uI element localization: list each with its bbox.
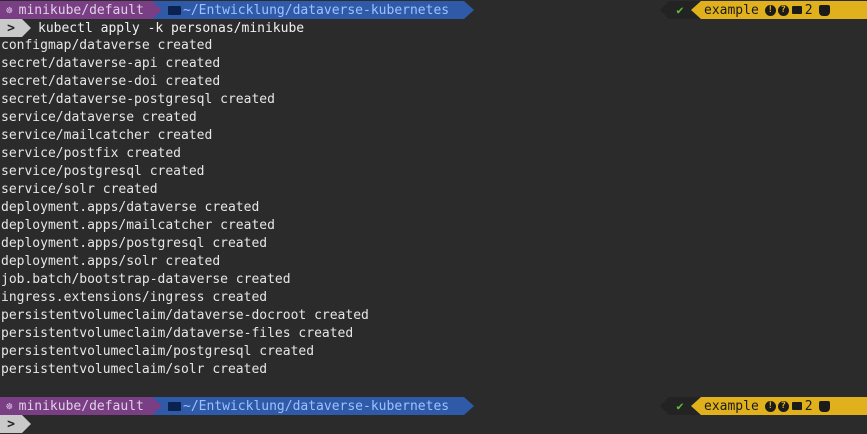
prompt-right: ✔ example!? 2 (660, 397, 867, 415)
terminal-window[interactable]: ☸ minikube/default ~/Entwicklung/datavers… (0, 0, 867, 434)
output-line: job.batch/bootstrap-dataverse created (1, 272, 291, 287)
prompt-bar: ☸ minikube/default ~/Entwicklung/datavers… (0, 397, 867, 415)
directory-segment: ~/Entwicklung/dataverse-kubernetes (162, 1, 464, 19)
output-line: deployment.apps/solr created (1, 254, 221, 269)
output-line: configmap/dataverse created (1, 38, 213, 53)
inbox-icon (791, 402, 802, 410)
output-line: persistentvolumeclaim/solr created (1, 362, 268, 377)
inbox-icon (791, 6, 802, 14)
kubernetes-icon: ☸ (6, 3, 13, 17)
segment-separator (464, 1, 474, 19)
kubernetes-icon: ☸ (6, 399, 13, 413)
git-modified-icon: ! (764, 4, 776, 16)
output-line: persistentvolumeclaim/postgresql created (1, 344, 315, 359)
output-line: secret/dataverse-postgresql created (1, 92, 275, 107)
segment-separator (660, 397, 669, 415)
output-line: service/postgresql created (1, 164, 205, 179)
segment-separator (691, 397, 701, 415)
folder-icon (168, 401, 181, 411)
folder-icon (168, 5, 181, 15)
git-branch-name: example (704, 398, 759, 414)
k8s-context-segment: ☸ minikube/default (0, 1, 152, 19)
output-line: service/postfix created (1, 146, 182, 161)
prompt-right: ✔ example!? 2 (660, 1, 867, 19)
segment-separator (22, 415, 31, 433)
output-line: persistentvolumeclaim/dataverse-docroot … (1, 308, 369, 323)
segment-separator (464, 397, 474, 415)
prompt-bar: ☸ minikube/default ~/Entwicklung/datavers… (0, 1, 867, 19)
output-line: deployment.apps/mailcatcher created (1, 218, 275, 233)
segment-separator (152, 1, 162, 19)
segment-separator (691, 1, 701, 19)
command-text: kubectl apply -k personas/minikube (38, 20, 305, 36)
prompt-chevron: > (0, 19, 22, 37)
command-input-line[interactable]: > (0, 415, 31, 433)
command-output: configmap/dataverse created secret/datav… (1, 37, 369, 379)
output-line: service/dataverse created (1, 110, 197, 125)
git-stash-count: 2 (804, 398, 813, 414)
output-line: deployment.apps/postgresql created (1, 236, 268, 251)
check-icon: ✔ (676, 399, 684, 413)
k8s-context-label: minikube/default (18, 2, 144, 18)
output-line: persistentvolumeclaim/dataverse-files cr… (1, 326, 354, 341)
command-line: > kubectl apply -k personas/minikube (0, 19, 304, 37)
segment-separator (22, 19, 31, 37)
output-line: deployment.apps/dataverse created (1, 200, 260, 215)
git-branch-name: example (704, 2, 759, 18)
output-line: secret/dataverse-doi created (1, 74, 221, 89)
output-line: service/solr created (1, 182, 158, 197)
output-line: ingress.extensions/ingress created (1, 290, 268, 305)
directory-path: ~/Entwicklung/dataverse-kubernetes (183, 398, 450, 414)
git-untracked-icon: ? (777, 4, 789, 16)
github-cat-icon (818, 400, 830, 412)
git-stash-count: 2 (804, 2, 813, 18)
k8s-context-label: minikube/default (18, 398, 144, 414)
check-icon: ✔ (676, 3, 684, 17)
prompt-chevron: > (0, 415, 22, 433)
git-segment: example!? 2 (701, 1, 867, 19)
directory-path: ~/Entwicklung/dataverse-kubernetes (183, 2, 450, 18)
status-segment: ✔ (669, 397, 691, 415)
k8s-context-segment: ☸ minikube/default (0, 397, 152, 415)
git-segment: example!? 2 (701, 397, 867, 415)
git-untracked-icon: ? (777, 400, 789, 412)
github-cat-icon (818, 4, 830, 16)
status-segment: ✔ (669, 1, 691, 19)
directory-segment: ~/Entwicklung/dataverse-kubernetes (162, 397, 464, 415)
output-line: service/mailcatcher created (1, 128, 213, 143)
segment-separator (152, 397, 162, 415)
git-modified-icon: ! (764, 400, 776, 412)
segment-separator (660, 1, 669, 19)
output-line: secret/dataverse-api created (1, 56, 221, 71)
